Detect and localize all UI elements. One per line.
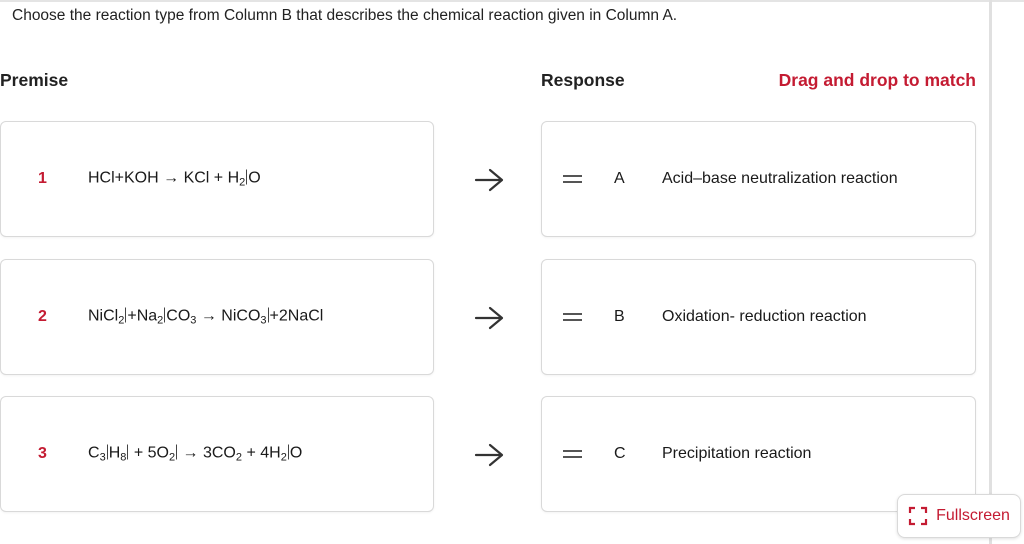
drag-handle-icon[interactable]: [563, 450, 582, 458]
premise-card-2: 2 NiCl2 +Na2 CO3 → NiCO3 +2NaCl: [0, 259, 434, 375]
response-text: Oxidation- reduction reaction: [662, 308, 867, 325]
fullscreen-icon: [908, 506, 928, 526]
fullscreen-label: Fullscreen: [936, 507, 1010, 524]
premise-equation: HCl+KOH → KCl + H2 O: [88, 169, 261, 189]
scrollbar-track[interactable]: [989, 0, 992, 544]
response-text: Acid–base neutralization reaction: [662, 170, 898, 187]
response-letter: C: [614, 445, 626, 462]
premise-number: 2: [38, 308, 47, 325]
response-letter: A: [614, 170, 625, 187]
fullscreen-button[interactable]: Fullscreen: [897, 494, 1021, 538]
premise-card-3: 3 C3 H8 + 5O2 → 3CO2 + 4H2 O: [0, 396, 434, 512]
response-letter: B: [614, 308, 625, 325]
premise-number: 3: [38, 445, 47, 462]
match-arrow-icon: [474, 306, 504, 330]
response-card-b[interactable]: B Oxidation- reduction reaction: [541, 259, 976, 375]
question-prompt: Choose the reaction type from Column B t…: [12, 7, 678, 24]
top-divider: [0, 0, 1024, 2]
drag-instruction: Drag and drop to match: [778, 70, 976, 90]
response-text: Precipitation reaction: [662, 445, 812, 462]
drag-handle-icon[interactable]: [563, 313, 582, 321]
premise-equation: NiCl2 +Na2 CO3 → NiCO3 +2NaCl: [88, 307, 324, 327]
premise-column-header: Premise: [0, 70, 69, 90]
match-arrow-icon: [474, 443, 504, 467]
response-card-a[interactable]: A Acid–base neutralization reaction: [541, 121, 976, 237]
premise-equation: C3 H8 + 5O2 → 3CO2 + 4H2 O: [88, 444, 303, 464]
premise-card-1: 1 HCl+KOH → KCl + H2 O: [0, 121, 434, 237]
drag-handle-icon[interactable]: [563, 175, 582, 183]
response-column-header: Response: [541, 70, 625, 90]
match-arrow-icon: [474, 168, 504, 192]
premise-number: 1: [38, 170, 47, 187]
